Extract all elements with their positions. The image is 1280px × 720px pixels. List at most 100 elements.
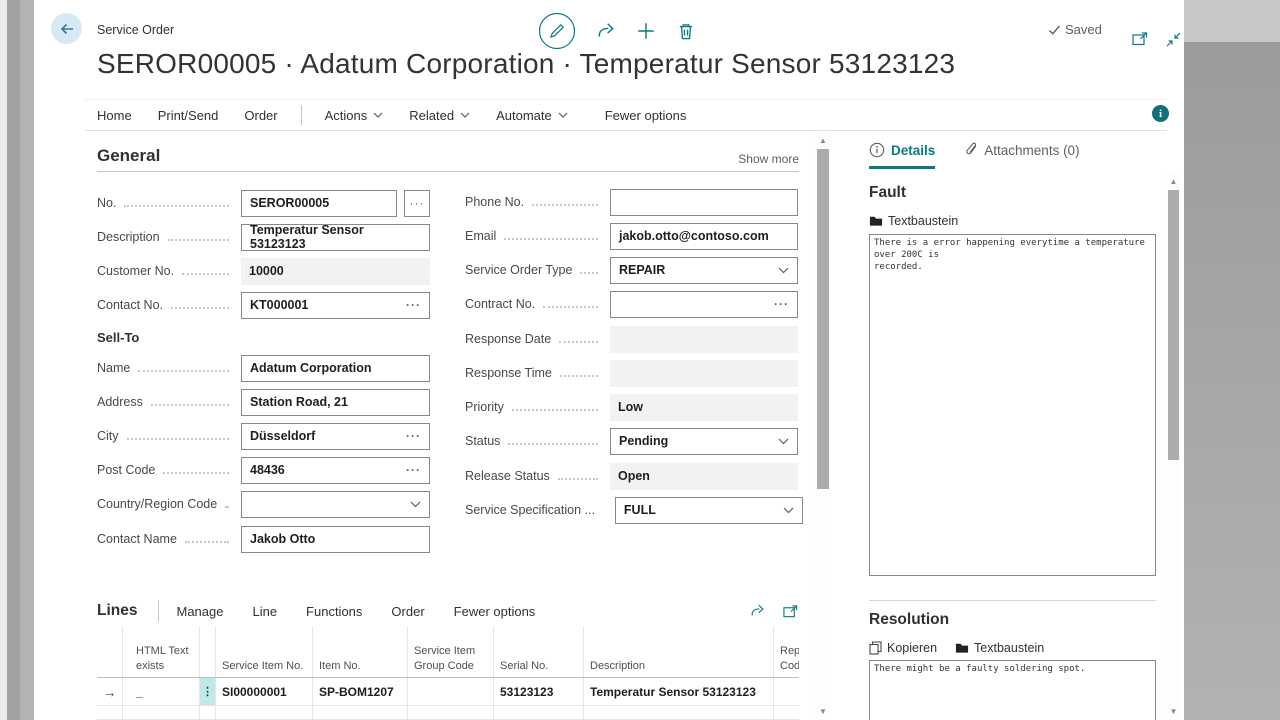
- show-more-link[interactable]: Show more: [738, 152, 799, 166]
- general-rule: [97, 171, 799, 172]
- scroll-up-icon[interactable]: ▲: [1166, 174, 1181, 188]
- paperclip-icon: [965, 142, 978, 158]
- resolution-textarea[interactable]: There might be a faulty soldering spot.: [869, 660, 1156, 720]
- menu-related[interactable]: Related: [409, 108, 470, 123]
- cell-service-item-no[interactable]: SI00000001: [216, 678, 313, 705]
- header-repair-code[interactable]: Repair Code: [774, 626, 799, 677]
- header-serial-no[interactable]: Serial No.: [494, 626, 584, 677]
- chevron-down-icon: [778, 438, 789, 445]
- scroll-down-icon[interactable]: ▼: [815, 704, 831, 718]
- main-scrollbar[interactable]: ▲ ▼: [815, 131, 831, 720]
- edit-icon[interactable]: [538, 12, 576, 50]
- description-input[interactable]: Temperatur Sensor 53123123: [241, 224, 430, 251]
- phone-no-input[interactable]: [610, 189, 798, 216]
- info-icon[interactable]: i: [1152, 105, 1169, 122]
- menu-home[interactable]: Home: [97, 108, 132, 123]
- lookup-ellipsis-icon[interactable]: ···: [406, 463, 421, 477]
- main-scrollbar-thumb[interactable]: [817, 149, 829, 489]
- cell-repair-code[interactable]: [774, 678, 799, 705]
- field-address: Address Station Road, 21: [97, 389, 430, 415]
- page-title: SEROR00005 · Adatum Corporation · Temper…: [97, 48, 955, 80]
- collapse-icon[interactable]: [1165, 31, 1182, 48]
- field-city: City Düsseldorf ···: [97, 423, 430, 449]
- lines-menu-fewer-options[interactable]: Fewer options: [454, 604, 536, 619]
- name-input[interactable]: Adatum Corporation: [241, 355, 430, 382]
- menu-fewer-options[interactable]: Fewer options: [605, 108, 687, 123]
- header-item-no[interactable]: Item No.: [313, 626, 408, 677]
- action-bar: Home Print/Send Order Actions Related Au…: [85, 99, 1167, 131]
- fault-textarea[interactable]: There is a error happening everytime a t…: [869, 234, 1156, 576]
- cell-html-text-exists[interactable]: _: [123, 678, 200, 705]
- tab-details[interactable]: Details: [869, 142, 935, 169]
- lines-open-in-window-icon[interactable]: [782, 603, 799, 619]
- field-no: No. SEROR00005 ···: [97, 190, 430, 216]
- contact-no-input[interactable]: KT000001 ···: [241, 292, 430, 319]
- details-pane-tabs: Details Attachments (0): [869, 142, 1080, 169]
- check-icon: [1048, 24, 1061, 36]
- cell-service-item-group-code[interactable]: [408, 678, 494, 705]
- field-release-status: Release Status Open: [465, 463, 798, 489]
- menu-print-send[interactable]: Print/Send: [158, 108, 219, 123]
- dimmed-page-right-top: [1184, 0, 1280, 42]
- contact-name-input[interactable]: Jakob Otto: [241, 526, 430, 553]
- back-button[interactable]: [51, 13, 82, 44]
- contract-no-input[interactable]: ···: [610, 291, 798, 318]
- lookup-ellipsis-icon[interactable]: ···: [406, 429, 421, 443]
- lines-menu-line[interactable]: Line: [252, 604, 277, 619]
- lines-menu-manage[interactable]: Manage: [176, 604, 223, 619]
- post-code-input[interactable]: 48436 ···: [241, 457, 430, 484]
- status-select[interactable]: Pending: [610, 428, 798, 455]
- lookup-ellipsis-icon[interactable]: ···: [774, 297, 789, 311]
- menu-actions[interactable]: Actions: [325, 108, 384, 123]
- email-input[interactable]: jakob.otto@contoso.com: [610, 223, 798, 250]
- city-input[interactable]: Düsseldorf ···: [241, 423, 430, 450]
- service-specification-select[interactable]: FULL: [615, 497, 803, 524]
- fault-actions: Textbaustein: [869, 214, 958, 228]
- table-row-empty[interactable]: [97, 706, 799, 720]
- share-icon[interactable]: [596, 21, 616, 41]
- header-service-item-no[interactable]: Service Item No.: [216, 626, 313, 677]
- menu-automate[interactable]: Automate: [496, 108, 568, 123]
- address-input[interactable]: Station Road, 21: [241, 389, 430, 416]
- resolution-kopieren-action[interactable]: Kopieren: [869, 641, 937, 655]
- service-order-type-select[interactable]: REPAIR: [610, 257, 798, 284]
- current-row-arrow-icon: →: [97, 678, 123, 705]
- lines-share-icon[interactable]: [749, 603, 766, 619]
- cell-description[interactable]: Temperatur Sensor 53123123: [584, 678, 774, 705]
- new-icon[interactable]: [636, 21, 656, 41]
- header-service-item-group-code[interactable]: Service Item Group Code: [408, 626, 494, 677]
- header-html-text-exists[interactable]: HTML Text exists: [123, 626, 200, 677]
- field-phone-no: Phone No.: [465, 189, 798, 215]
- header-description[interactable]: Description: [584, 626, 774, 677]
- row-options-icon[interactable]: ⋮: [200, 678, 216, 705]
- open-in-window-icon[interactable]: [1131, 31, 1149, 47]
- field-name: Name Adatum Corporation: [97, 355, 430, 381]
- delete-icon[interactable]: [676, 21, 696, 41]
- fault-textbaustein-action[interactable]: Textbaustein: [869, 214, 958, 228]
- release-status-field: Open: [610, 463, 798, 490]
- field-service-order-type: Service Order Type REPAIR: [465, 257, 798, 283]
- lookup-ellipsis-icon[interactable]: ···: [406, 298, 421, 312]
- cell-serial-no[interactable]: 53123123: [494, 678, 584, 705]
- field-response-time: Response Time: [465, 360, 798, 386]
- details-scrollbar[interactable]: ▲ ▼: [1166, 172, 1181, 720]
- lines-menu-functions[interactable]: Functions: [306, 604, 362, 619]
- menu-divider: [301, 105, 302, 125]
- sell-to-subheading: Sell-To: [97, 330, 139, 345]
- resolution-textbaustein-action[interactable]: Textbaustein: [955, 641, 1044, 655]
- no-assist-button[interactable]: ···: [404, 190, 430, 217]
- customer-no-field: 10000: [241, 258, 430, 285]
- scroll-down-icon[interactable]: ▼: [1166, 704, 1181, 718]
- table-row[interactable]: → _ ⋮ SI00000001 SP-BOM1207 53123123 Tem…: [97, 678, 799, 706]
- scroll-up-icon[interactable]: ▲: [815, 133, 831, 147]
- tab-attachments[interactable]: Attachments (0): [965, 142, 1079, 169]
- folder-icon: [869, 215, 883, 227]
- no-input[interactable]: SEROR00005: [241, 190, 397, 217]
- lines-menu-order[interactable]: Order: [391, 604, 424, 619]
- country-region-select[interactable]: [241, 491, 430, 518]
- lines-table: HTML Text exists Service Item No. Item N…: [97, 626, 799, 720]
- cell-item-no[interactable]: SP-BOM1207: [313, 678, 408, 705]
- details-scrollbar-thumb[interactable]: [1168, 190, 1179, 460]
- menu-order[interactable]: Order: [244, 108, 277, 123]
- dimmed-page-right: [1184, 0, 1280, 720]
